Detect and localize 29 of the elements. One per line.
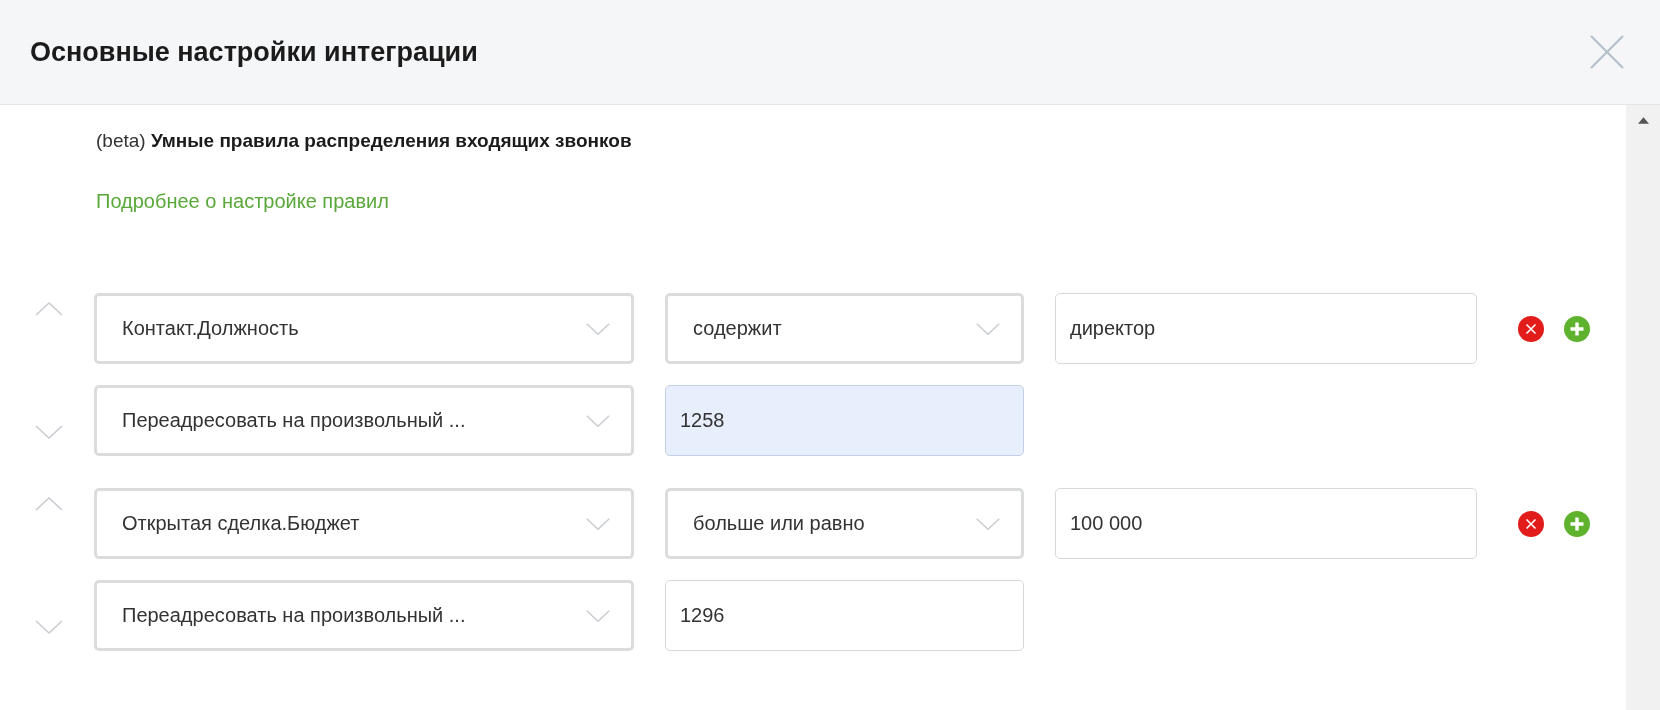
value-field[interactable]: директор [1055, 293, 1477, 364]
move-up-icon[interactable] [34, 301, 64, 317]
move-up-icon[interactable] [34, 496, 64, 512]
field-dropdown[interactable]: Контакт.Должность [94, 293, 634, 364]
section-title: (beta) Умные правила распределения входящих звонков [96, 130, 633, 152]
window-title: Основные настройки интеграции [30, 36, 478, 68]
move-down-icon[interactable] [34, 619, 64, 635]
action-dropdown[interactable]: Переадресовать на произвольный ... [94, 580, 634, 651]
operator-dropdown[interactable]: содержит [665, 293, 1024, 364]
chevron-icon [975, 516, 1001, 531]
scrollbar[interactable] [1626, 105, 1660, 710]
close-icon[interactable] [1589, 34, 1625, 70]
scroll-up-icon[interactable] [1637, 117, 1649, 124]
field-dropdown[interactable]: Открытая сделка.Бюджет [94, 488, 634, 559]
operator-dropdown[interactable]: больше или равно [665, 488, 1024, 559]
chevron-icon [585, 516, 611, 531]
chevron-icon [585, 608, 611, 623]
move-down-icon[interactable] [34, 424, 64, 440]
add-icon[interactable] [1564, 315, 1590, 342]
target-field[interactable]: 1296 [665, 580, 1024, 651]
add-icon[interactable] [1564, 510, 1590, 537]
chevron-icon [585, 413, 611, 428]
remove-icon[interactable] [1518, 315, 1544, 342]
action-dropdown[interactable]: Переадресовать на произвольный ... [94, 385, 634, 456]
value-field[interactable]: 100 000 [1055, 488, 1477, 559]
chevron-icon [585, 321, 611, 336]
remove-icon[interactable] [1518, 510, 1544, 537]
chevron-icon [975, 321, 1001, 336]
target-field[interactable]: 1258 [665, 385, 1024, 456]
